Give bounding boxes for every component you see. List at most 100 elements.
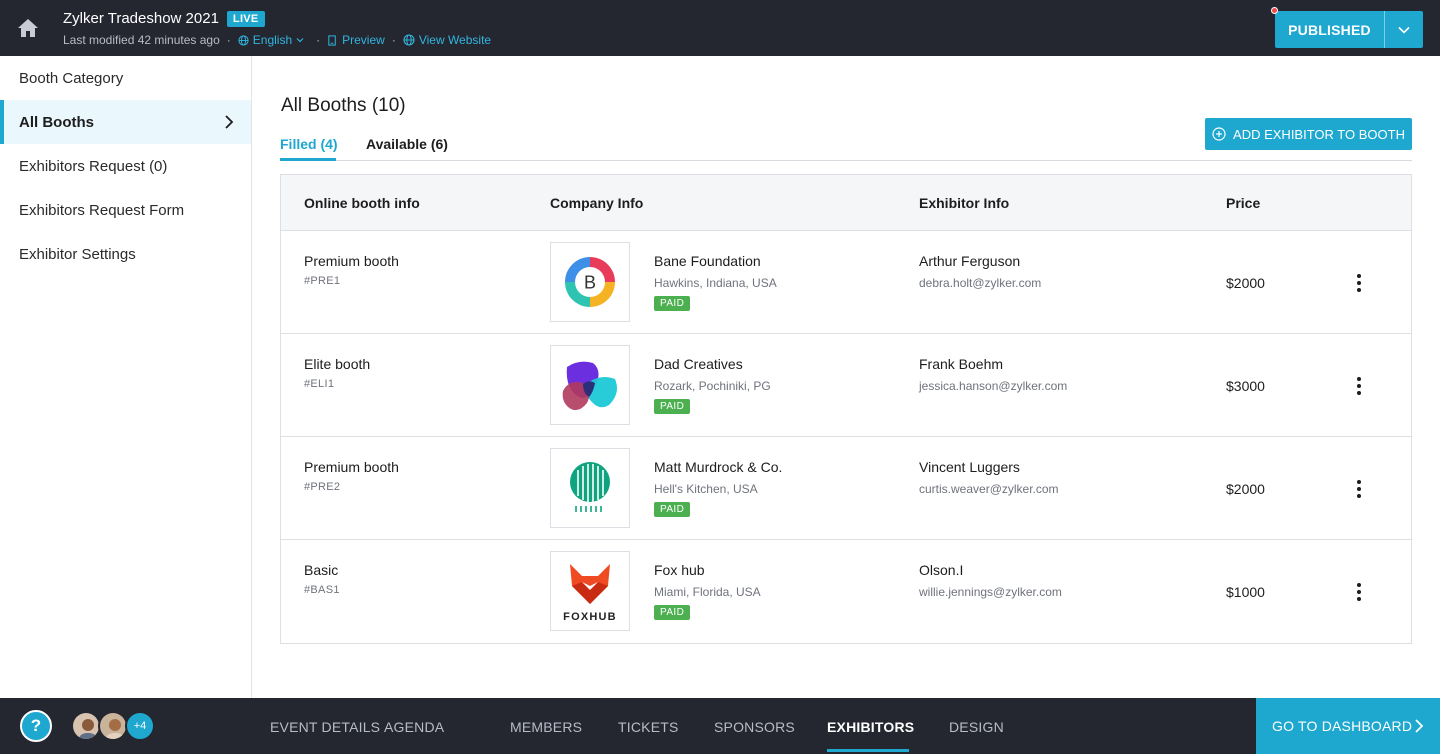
chevron-down-icon <box>296 38 304 43</box>
active-tab-indicator <box>280 158 336 161</box>
published-button[interactable]: PUBLISHED <box>1275 11 1384 48</box>
column-header-exhibitor: Exhibitor Info <box>919 195 1010 211</box>
view-website-link[interactable]: View Website <box>403 33 491 47</box>
paid-badge: PAID <box>654 296 691 311</box>
view-website-label: View Website <box>418 33 492 47</box>
booth-price: $3000 <box>1226 378 1265 394</box>
more-members-badge[interactable]: +4 <box>125 711 155 741</box>
company-logo: FOXHUB <box>550 551 630 631</box>
avatar[interactable] <box>98 711 128 741</box>
matt-murdrock-logo <box>570 462 610 512</box>
company-logo <box>550 345 630 425</box>
company-location: Hell's Kitchen, USA <box>654 482 758 496</box>
sidebar-item-exhibitors-request[interactable]: Exhibitors Request (0) <box>0 144 251 188</box>
live-badge: LIVE <box>226 10 265 27</box>
language-selector[interactable]: English <box>238 33 309 47</box>
logo-wordmark: FOXHUB <box>563 611 617 623</box>
booth-id: #BAS1 <box>304 584 340 596</box>
exhibitor-email: curtis.weaver@zylker.com <box>919 482 1059 496</box>
table-row[interactable]: Premium booth #PRE1 B Bane Foundation Ha… <box>281 231 1411 334</box>
company-name: Matt Murdrock & Co. <box>654 459 783 475</box>
help-button[interactable]: ? <box>20 710 52 742</box>
sidebar-item-label: Exhibitors Request (0) <box>19 157 168 175</box>
more-vertical-icon[interactable] <box>1347 271 1371 295</box>
event-title: Zylker Tradeshow 2021 <box>63 10 219 27</box>
sidebar-item-label: Exhibitors Request Form <box>19 201 185 219</box>
table-header: Online booth info Company Info Exhibitor… <box>281 175 1411 231</box>
notification-dot <box>1271 7 1278 14</box>
preview-link[interactable]: Preview <box>327 33 385 47</box>
tab-available[interactable]: Available (6) <box>366 136 448 152</box>
booth-price: $2000 <box>1226 481 1265 497</box>
chevron-right-icon <box>1415 719 1424 733</box>
booths-table: Online booth info Company Info Exhibitor… <box>280 174 1412 644</box>
table-row[interactable]: Elite booth #ELI1 Dad Creatives Rozark, … <box>281 334 1411 437</box>
tab-filled[interactable]: Filled (4) <box>280 136 338 152</box>
paid-badge: PAID <box>654 605 691 620</box>
home-icon <box>18 19 38 37</box>
more-vertical-icon[interactable] <box>1347 477 1371 501</box>
exhibitor-name: Arthur Ferguson <box>919 253 1021 269</box>
preview-icon <box>328 34 336 46</box>
sidebar-item-label: All Booths <box>19 113 94 131</box>
more-vertical-icon[interactable] <box>1347 580 1371 604</box>
bane-foundation-logo: B <box>565 257 615 307</box>
fox-hub-logo: FOXHUB <box>563 564 617 623</box>
logo-letter: B <box>584 273 596 293</box>
active-nav-indicator <box>827 749 909 752</box>
column-header-price: Price <box>1226 195 1261 211</box>
last-modified: Last modified 42 minutes ago <box>63 33 220 47</box>
dad-creatives-logo <box>562 361 617 411</box>
paid-badge: PAID <box>654 399 691 414</box>
go-to-dashboard-label: GO TO DASHBOARD <box>1272 718 1413 734</box>
nav-members[interactable]: MEMBERS <box>510 719 582 735</box>
column-header-company: Company Info <box>550 195 644 211</box>
page-title: All Booths (10) <box>281 95 406 116</box>
nav-tickets[interactable]: TICKETS <box>618 719 679 735</box>
exhibitor-email: willie.jennings@zylker.com <box>919 585 1062 599</box>
nav-sponsors[interactable]: SPONSORS <box>714 719 795 735</box>
event-title-row: Zylker Tradeshow 2021 LIVE <box>63 10 265 27</box>
table-row[interactable]: Premium booth #PRE2 Matt Murdrock & Co. … <box>281 437 1411 540</box>
company-location: Rozark, Pochiniki, PG <box>654 379 771 393</box>
event-meta: Last modified 42 minutes ago · English ·… <box>63 33 492 47</box>
exhibitor-name: Olson.I <box>919 562 964 578</box>
sidebar-item-all-booths[interactable]: All Booths <box>0 100 251 144</box>
language-label: English <box>252 33 293 47</box>
exhibitor-email: jessica.hanson@zylker.com <box>919 379 1068 393</box>
company-logo <box>550 448 630 528</box>
nav-design[interactable]: DESIGN <box>949 719 1004 735</box>
company-name: Bane Foundation <box>654 253 761 269</box>
sidebar-item-booth-category[interactable]: Booth Category <box>0 56 251 100</box>
chevron-right-icon <box>225 115 234 129</box>
company-location: Hawkins, Indiana, USA <box>654 276 777 290</box>
plus-circle-icon <box>1212 127 1226 141</box>
globe-icon <box>238 34 249 46</box>
booth-name: Elite booth <box>304 356 371 372</box>
booth-name: Premium booth <box>304 253 399 269</box>
exhibitor-email: debra.holt@zylker.com <box>919 276 1042 290</box>
publish-options-button[interactable] <box>1385 11 1423 48</box>
table-row[interactable]: Basic #BAS1 FOXHUB Fox hub Miami, Florid… <box>281 540 1411 643</box>
sidebar-item-exhibitor-settings[interactable]: Exhibitor Settings <box>0 232 251 276</box>
preview-label: Preview <box>342 33 385 47</box>
publish-control: PUBLISHED <box>1275 11 1423 48</box>
more-vertical-icon[interactable] <box>1347 374 1371 398</box>
booth-price: $2000 <box>1226 275 1265 291</box>
exhibitor-name: Vincent Luggers <box>919 459 1020 475</box>
nav-exhibitors[interactable]: EXHIBITORS <box>827 719 914 735</box>
add-exhibitor-to-booth-button[interactable]: ADD EXHIBITOR TO BOOTH <box>1205 118 1412 150</box>
chevron-down-icon <box>1398 26 1410 34</box>
exhibitor-name: Frank Boehm <box>919 356 1004 372</box>
nav-event-details[interactable]: EVENT DETAILS <box>270 719 380 735</box>
sidebar-item-label: Booth Category <box>19 69 124 87</box>
go-to-dashboard-button[interactable]: GO TO DASHBOARD <box>1256 698 1440 754</box>
column-header-booth: Online booth info <box>304 195 420 211</box>
nav-agenda[interactable]: AGENDA <box>384 719 444 735</box>
avatar[interactable] <box>71 711 101 741</box>
sidebar-item-label: Exhibitor Settings <box>19 245 136 263</box>
sidebar-item-exhibitors-request-form[interactable]: Exhibitors Request Form <box>0 188 251 232</box>
company-location: Miami, Florida, USA <box>654 585 761 599</box>
member-avatar-icon <box>100 713 126 739</box>
home-button[interactable] <box>0 0 56 56</box>
